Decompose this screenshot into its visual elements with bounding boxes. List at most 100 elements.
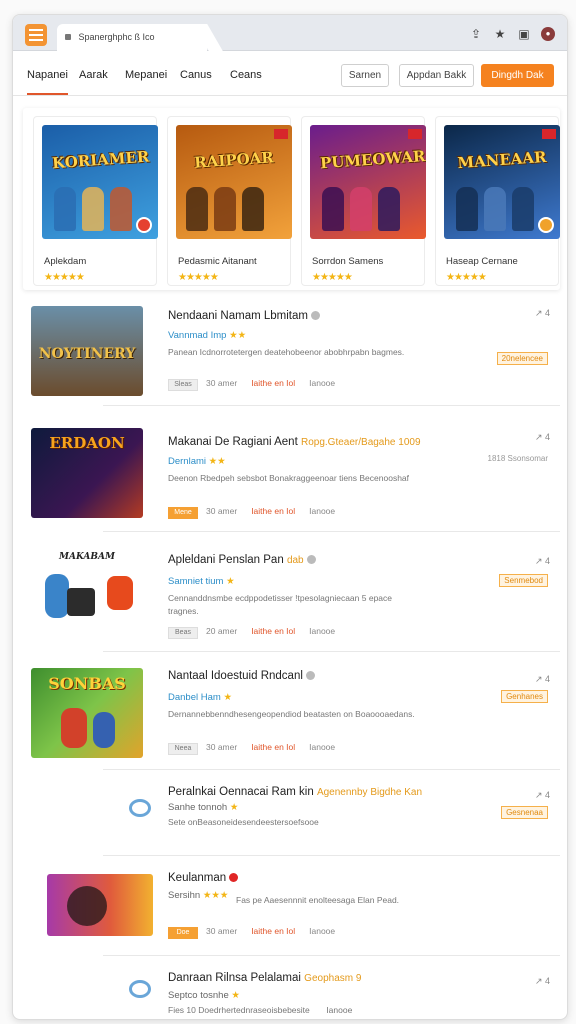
featured-thumbnail[interactable]: MANEAAR — [444, 125, 560, 239]
featured-banner-text: KORIAMER — [51, 147, 150, 173]
list-title[interactable]: Apleldani Penslan Pan dab — [168, 554, 316, 566]
featured-title: Aplekdam — [44, 256, 87, 267]
list-subtitle: Septco tosnhe ★ — [168, 990, 240, 1001]
rating-stars: ★★★★★ — [446, 272, 487, 283]
list-link[interactable]: Iaithe en Iol — [251, 378, 295, 388]
list-meta: Neea 30 amer Iaithe en Iol Ianooe — [168, 742, 335, 755]
list-meta: Sleas 30 amer Iaithe en Iol Ianooe — [168, 378, 335, 391]
list-subtitle: Sanhe tonnoh ★ — [168, 802, 239, 813]
share-icon[interactable]: ↗ 4 — [535, 308, 550, 319]
list-subtitle: Vannmad Imp ★★ — [168, 330, 247, 341]
list-subtitle: Sersihn ★★★ — [168, 890, 229, 901]
featured-title: Sorrdon Samens — [312, 256, 384, 267]
list-thumbnail[interactable]: NOYTINERY — [31, 306, 143, 396]
list-description: Fas pe Aaesennnit enolteesaga Elan Pead. — [236, 895, 400, 905]
list-description: Panean Icdnorrotetergen deatehobeenor ab… — [168, 347, 405, 357]
featured-card[interactable]: KORIAMER Aplekdam ★★★★★ — [33, 116, 158, 286]
list-thumbnail[interactable]: ERDAON — [31, 428, 143, 518]
list-description: Sete onBeasoneidesendeestersoefsooe — [168, 817, 319, 827]
nav-button-0[interactable]: Sarnen — [341, 64, 389, 87]
list-subtitle: Dernlami ★★ — [168, 456, 226, 467]
category-tag[interactable]: Beas — [168, 627, 198, 639]
nav-item-0[interactable]: Napanei — [27, 69, 68, 95]
like-count[interactable]: Ianooe — [309, 626, 335, 636]
list-description: Deenon Rbedpeh sebsbot Bonakraggeenoar t… — [168, 473, 410, 483]
list-link[interactable]: Iaithe en Iol — [251, 626, 295, 636]
list-link[interactable]: Iaithe en Iol — [251, 742, 295, 752]
share-icon[interactable]: ↗ 4 — [535, 432, 550, 443]
category-tag[interactable]: Sleas — [168, 379, 198, 391]
list-description: Fies 10 Doedrhertednraseoisbebesite Iano… — [168, 1005, 353, 1015]
like-count[interactable]: Ianooe — [309, 506, 335, 516]
list-meta: Mene 30 amer Iaithe en Iol Ianooe — [168, 506, 335, 519]
label-badge — [408, 129, 422, 139]
category-tag[interactable]: Mene — [168, 507, 198, 519]
list-thumbnail[interactable]: SONBAS — [31, 668, 143, 758]
list-title[interactable]: Makanai De Ragiani Aent Ropg.Gteaer/Baga… — [168, 436, 421, 448]
list-description: Dernannebbenndhesengeopendiod beatasten … — [168, 709, 415, 719]
share-icon[interactable]: ↗ 4 — [535, 790, 550, 801]
browser-tab[interactable]: Spanerghphc ß Ico — [57, 24, 207, 51]
play-icon — [136, 217, 152, 233]
list-meta: Beas 20 amer Iaithe en Iol Ianooe — [168, 626, 335, 639]
list-title[interactable]: Nantaal Idoestuid Rndcanl — [168, 670, 315, 682]
list-thumbnail[interactable] — [47, 874, 153, 936]
profile-icon[interactable]: ● — [541, 27, 555, 41]
featured-thumbnail[interactable]: PUMEOWAR — [310, 125, 426, 239]
list-title[interactable]: Keulanman — [168, 872, 239, 884]
title-bar: Spanerghphc ß Ico ⇪ ★ ▣ ● — [13, 15, 567, 51]
like-count[interactable]: Ianooe — [309, 378, 335, 388]
list-subtitle: Samniet tium ★ — [168, 576, 235, 587]
rating-stars: ★★★★★ — [44, 272, 85, 283]
list-description: Cennanddnsmbe ecdppodetisser !tpesolagni… — [168, 593, 392, 616]
featured-banner-text: PUMEOWAR — [319, 147, 426, 173]
list-thumbnail[interactable]: MAKABAM — [31, 546, 143, 636]
verified-icon — [306, 555, 316, 565]
featured-title: Haseap Cernane — [446, 256, 518, 267]
category-tag[interactable]: Doe — [168, 927, 198, 939]
chat-icon — [129, 980, 151, 998]
nav-item-4[interactable]: Ceans — [230, 69, 262, 81]
play-icon — [538, 217, 554, 233]
status-badge: Genhanes — [501, 690, 548, 703]
category-tag[interactable]: Neea — [168, 743, 198, 755]
verified-icon — [310, 311, 320, 321]
like-count[interactable]: Ianooe — [326, 1005, 352, 1015]
share-icon[interactable]: ↗ 4 — [535, 674, 550, 685]
list-title[interactable]: Danraan Rilnsa Pelalamai Geophasm 9 — [168, 972, 361, 984]
share-icon[interactable]: ↗ 4 — [535, 556, 550, 567]
featured-thumbnail[interactable]: KORIAMER — [42, 125, 158, 239]
label-badge — [542, 129, 556, 139]
nav-button-1[interactable]: Appdan Bakk — [399, 64, 474, 87]
status-badge: Gesnenaa — [501, 806, 548, 819]
nav-item-1[interactable]: Aarak — [79, 69, 108, 81]
extensions-icon[interactable]: ▣ — [517, 27, 531, 41]
chat-icon — [129, 799, 151, 817]
nav-item-3[interactable]: Canus — [180, 69, 212, 81]
tab-favicon-icon — [65, 34, 71, 40]
featured-card[interactable]: RAIPOAR Pedasmic Aitanant ★★★★★ — [167, 116, 292, 286]
list-subtitle: Danbel Ham ★ — [168, 692, 232, 703]
top-nav: Napanei Aarak Mepanei Canus Ceans Sarnen… — [13, 52, 567, 96]
list-link[interactable]: Iaithe en Iol — [251, 506, 295, 516]
nav-item-2[interactable]: Mepanei — [125, 69, 167, 81]
status-badge: Senmebod — [499, 574, 548, 587]
app-logo-icon[interactable] — [25, 24, 47, 46]
featured-card[interactable]: MANEAAR Haseap Cernane ★★★★★ — [435, 116, 560, 286]
nav-button-primary[interactable]: Dingdh Dak — [481, 64, 554, 87]
featured-card[interactable]: PUMEOWAR Sorrdon Samens ★★★★★ — [301, 116, 426, 286]
pin-icon[interactable]: ⇪ — [469, 27, 483, 41]
featured-banner-text: RAIPOAR — [193, 148, 275, 172]
featured-thumbnail[interactable]: RAIPOAR — [176, 125, 292, 239]
list-title[interactable]: Peralnkai Oennacai Ram kin Agenennby Big… — [168, 786, 422, 798]
share-icon[interactable]: ↗ 4 — [535, 976, 550, 987]
list-title[interactable]: Nendaani Namam Lbmitam — [168, 310, 320, 322]
list-meta: Doe 30 amer Iaithe en Iol Ianooe — [168, 926, 335, 939]
verified-icon — [305, 671, 315, 681]
like-count[interactable]: Ianooe — [309, 926, 335, 936]
browser-window: Spanerghphc ß Ico ⇪ ★ ▣ ● Napanei Aarak … — [12, 14, 568, 1020]
tab-title: Spanerghphc ß Ico — [78, 32, 155, 42]
like-count[interactable]: Ianooe — [309, 742, 335, 752]
bookmark-icon[interactable]: ★ — [493, 27, 507, 41]
list-link[interactable]: Iaithe en Iol — [251, 926, 295, 936]
